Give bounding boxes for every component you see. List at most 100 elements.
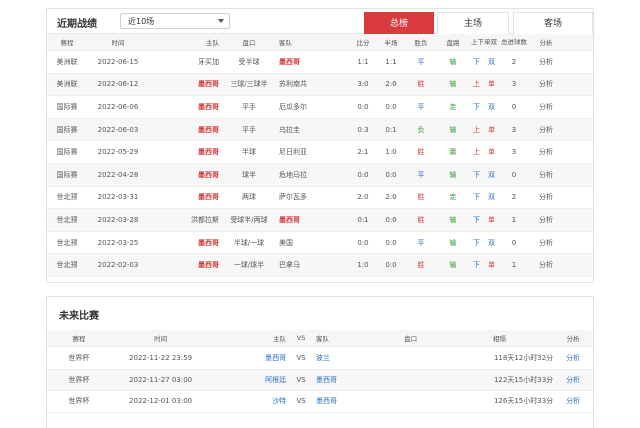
odd-even-cell: 单 — [488, 261, 495, 270]
home-team-cell[interactable]: 洪都拉斯 — [149, 215, 219, 225]
away-team-cell[interactable]: 波兰 — [316, 353, 376, 363]
away-team-cell[interactable]: 尼日利亚 — [279, 147, 349, 157]
total-goals-cell: 1 — [511, 261, 517, 270]
analysis-link[interactable]: 分析 — [529, 102, 563, 112]
over-under-cell: 上 — [473, 148, 480, 157]
col-vs: VS — [296, 334, 306, 342]
league-cell: 国际赛 — [56, 170, 78, 179]
away-team-cell[interactable]: 墨西哥 — [279, 57, 349, 67]
result-cell: 胜 — [417, 193, 425, 202]
away-team-cell[interactable]: 墨西哥 — [316, 396, 376, 406]
col-handicap: 盘口 — [404, 335, 418, 343]
result-cell: 胜 — [417, 215, 425, 224]
pan-cell: 输 — [449, 80, 457, 89]
result-cell: 负 — [417, 125, 425, 134]
future-matches-panel: 未来比赛 赛程 时间 主队 VS 客队 盘口 相隔 分析 世界杯 2022-11-… — [46, 296, 594, 428]
col-date: 时间 — [111, 39, 125, 47]
col-analysis: 分析 — [566, 335, 580, 343]
home-team-cell[interactable]: 墨西哥 — [149, 192, 219, 202]
league-cell: 世界杯 — [68, 354, 90, 363]
analysis-link[interactable]: 分析 — [553, 396, 593, 406]
table-row: 世北预 2022-03-31 墨西哥 两球 萨尔瓦多 2:0 2:0 胜 走 下双 2 分析 — [47, 187, 593, 210]
over-under-cell: 下 — [473, 170, 480, 179]
match-count-select[interactable]: 近10场 — [120, 13, 230, 29]
handicap-cell: 半球 — [242, 148, 256, 157]
pan-cell: 输 — [449, 238, 457, 247]
over-under-cell: 下 — [473, 102, 480, 111]
league-cell: 世界杯 — [68, 375, 90, 384]
home-team-cell[interactable]: 牙买加 — [149, 57, 219, 67]
home-team-cell[interactable]: 墨西哥 — [149, 238, 219, 248]
analysis-link[interactable]: 分析 — [529, 147, 563, 157]
away-team-cell[interactable]: 危地马拉 — [279, 170, 349, 180]
date-cell: 2022-04-28 — [97, 170, 139, 179]
over-under-cell: 下 — [473, 193, 480, 202]
home-team-cell[interactable]: 墨西哥 — [149, 79, 219, 89]
league-cell: 国际赛 — [56, 148, 78, 157]
half-score-cell: 0:0 — [385, 170, 397, 179]
result-cell: 胜 — [417, 80, 425, 89]
total-goals-cell: 3 — [511, 125, 517, 134]
analysis-link[interactable]: 分析 — [529, 192, 563, 202]
away-team-cell[interactable]: 巴拿马 — [279, 260, 349, 270]
table-row: 世界杯 2022-11-27 03:00 阿根廷 VS 墨西哥 122天15小时33分 分析 — [47, 369, 593, 391]
recent-record-header: 近期战绩 近10场 总榜 主场 客场 — [47, 9, 593, 34]
handicap-cell: 受半球 — [238, 57, 260, 66]
home-team-cell[interactable]: 墨西哥 — [149, 102, 219, 112]
home-team-cell[interactable]: 阿根廷 — [210, 375, 286, 385]
table-row: 世界杯 2022-12-01 03:00 沙特 VS 墨西哥 126天15小时33分 分析 — [47, 391, 593, 413]
analysis-link[interactable]: 分析 — [529, 57, 563, 67]
home-team-cell[interactable]: 沙特 — [210, 396, 286, 406]
over-under-cell: 上 — [473, 80, 480, 89]
pan-cell: 输 — [449, 170, 457, 179]
tab-home[interactable]: 主场 — [437, 12, 509, 34]
table-row: 美洲联 2022-06-15 牙买加 受半球 墨西哥 1:1 1:1 平 输 下双 2 分析 — [47, 51, 593, 74]
handicap-cell: 半球/一球 — [233, 238, 265, 247]
total-goals-cell: 2 — [511, 57, 517, 66]
analysis-link[interactable]: 分析 — [529, 125, 563, 135]
col-analysis: 分析 — [539, 39, 553, 47]
recent-table-header: 赛程 时间 主队 盘口 客队 比分 半场 胜负 盘路 上下单双 总进球数 分析 — [47, 34, 593, 51]
tab-away[interactable]: 客场 — [513, 12, 593, 34]
league-cell: 世北预 — [56, 261, 78, 270]
odd-even-cell: 双 — [488, 170, 495, 179]
away-team-cell[interactable]: 苏利南共 — [279, 79, 349, 89]
analysis-link[interactable]: 分析 — [529, 215, 563, 225]
analysis-link[interactable]: 分析 — [529, 238, 563, 248]
vs-label: VS — [296, 375, 306, 384]
analysis-link[interactable]: 分析 — [529, 79, 563, 89]
col-handicap: 盘口 — [242, 39, 256, 47]
away-team-cell[interactable]: 厄瓜多尔 — [279, 102, 349, 112]
result-cell: 胜 — [417, 261, 425, 270]
analysis-link[interactable]: 分析 — [553, 375, 593, 385]
league-cell: 美洲联 — [56, 57, 78, 66]
handicap-cell: 一球/球半 — [233, 261, 265, 270]
analysis-link[interactable]: 分析 — [529, 260, 563, 270]
pan-cell: 走 — [449, 193, 457, 202]
away-team-cell[interactable]: 墨西哥 — [316, 375, 376, 385]
analysis-link[interactable]: 分析 — [529, 170, 563, 180]
away-team-cell[interactable]: 墨西哥 — [279, 215, 349, 225]
home-team-cell[interactable]: 墨西哥 — [210, 353, 286, 363]
pan-cell: 走 — [449, 102, 457, 111]
odd-even-cell: 单 — [488, 148, 495, 157]
recent-record-title: 近期战绩 — [57, 19, 97, 30]
home-team-cell[interactable]: 墨西哥 — [149, 170, 219, 180]
time-gap-cell: 122天15小时33分 — [493, 375, 554, 384]
score-cell: 2:0 — [357, 193, 369, 202]
away-team-cell[interactable]: 美国 — [279, 238, 349, 248]
col-home: 主队 — [273, 335, 287, 343]
home-team-cell[interactable]: 墨西哥 — [149, 125, 219, 135]
home-team-cell[interactable]: 墨西哥 — [149, 147, 219, 157]
score-cell: 1:0 — [357, 261, 369, 270]
time-cell: 2022-11-22 23:59 — [129, 354, 193, 363]
time-cell: 2022-11-27 03:00 — [129, 375, 193, 384]
away-team-cell[interactable]: 乌拉圭 — [279, 125, 349, 135]
total-goals-cell: 3 — [511, 80, 517, 89]
half-score-cell: 0:1 — [385, 125, 397, 134]
date-cell: 2022-03-25 — [97, 238, 139, 247]
tab-overall[interactable]: 总榜 — [364, 12, 434, 34]
home-team-cell[interactable]: 墨西哥 — [149, 260, 219, 270]
analysis-link[interactable]: 分析 — [553, 353, 593, 363]
away-team-cell[interactable]: 萨尔瓦多 — [279, 192, 349, 202]
